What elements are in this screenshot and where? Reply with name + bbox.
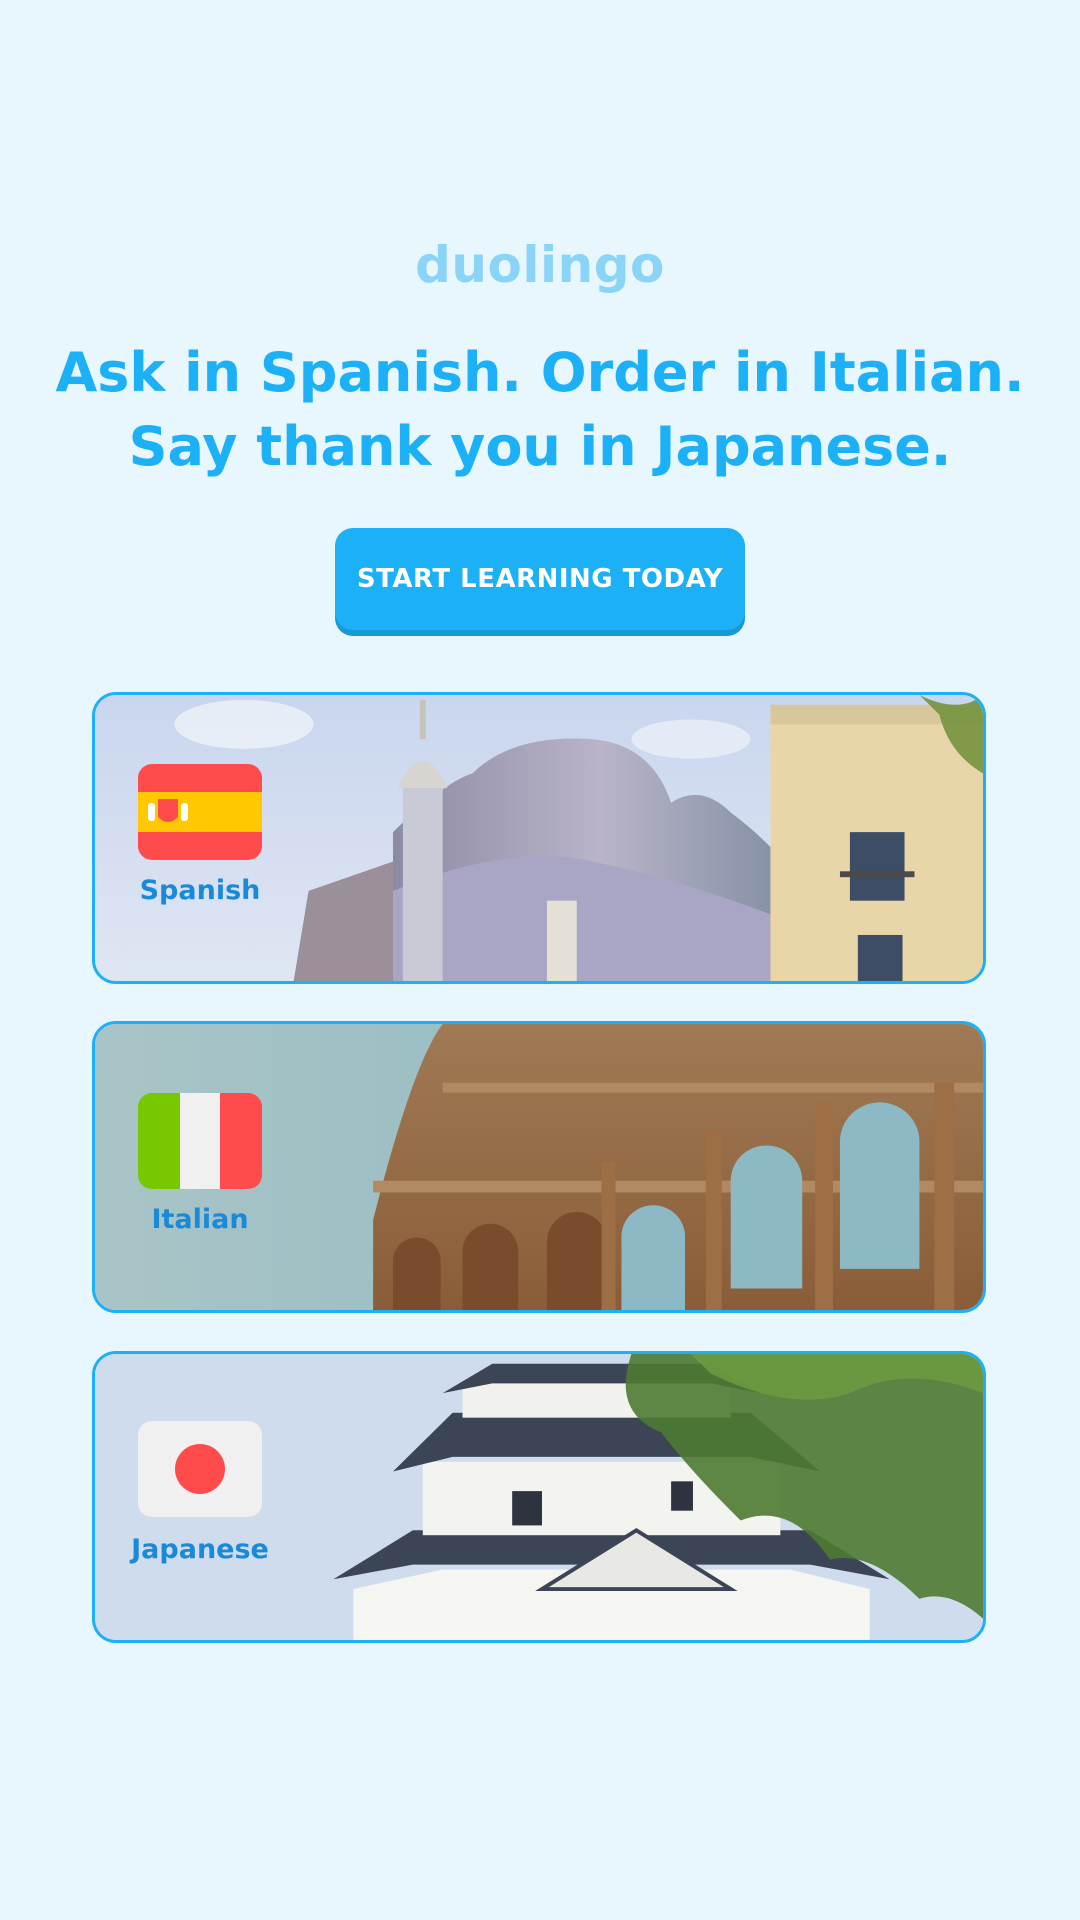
start-learning-button[interactable]: START LEARNING TODAY	[335, 528, 745, 630]
language-card-spanish[interactable]: Spanish	[92, 692, 986, 984]
headline-line-1: Ask in Spanish. Order in Italian.	[55, 341, 1025, 404]
duolingo-logo[interactable]: duolingo	[0, 236, 1080, 294]
japan-flag-icon	[138, 1421, 262, 1517]
language-label-spanish: Spanish	[139, 875, 261, 906]
landing-page: duolingo Ask in Spanish. Order in Italia…	[0, 0, 1080, 1920]
headline: Ask in Spanish. Order in Italian. Say th…	[40, 336, 1040, 484]
spain-flag-icon	[138, 764, 262, 860]
italy-flag-icon	[138, 1093, 262, 1189]
language-card-italian[interactable]: Italian	[92, 1021, 986, 1313]
language-label-japanese: Japanese	[131, 1534, 269, 1565]
language-label-italian: Italian	[151, 1204, 249, 1235]
language-card-japanese[interactable]: Japanese	[92, 1351, 986, 1643]
headline-line-2: Say thank you in Japanese.	[128, 415, 952, 478]
